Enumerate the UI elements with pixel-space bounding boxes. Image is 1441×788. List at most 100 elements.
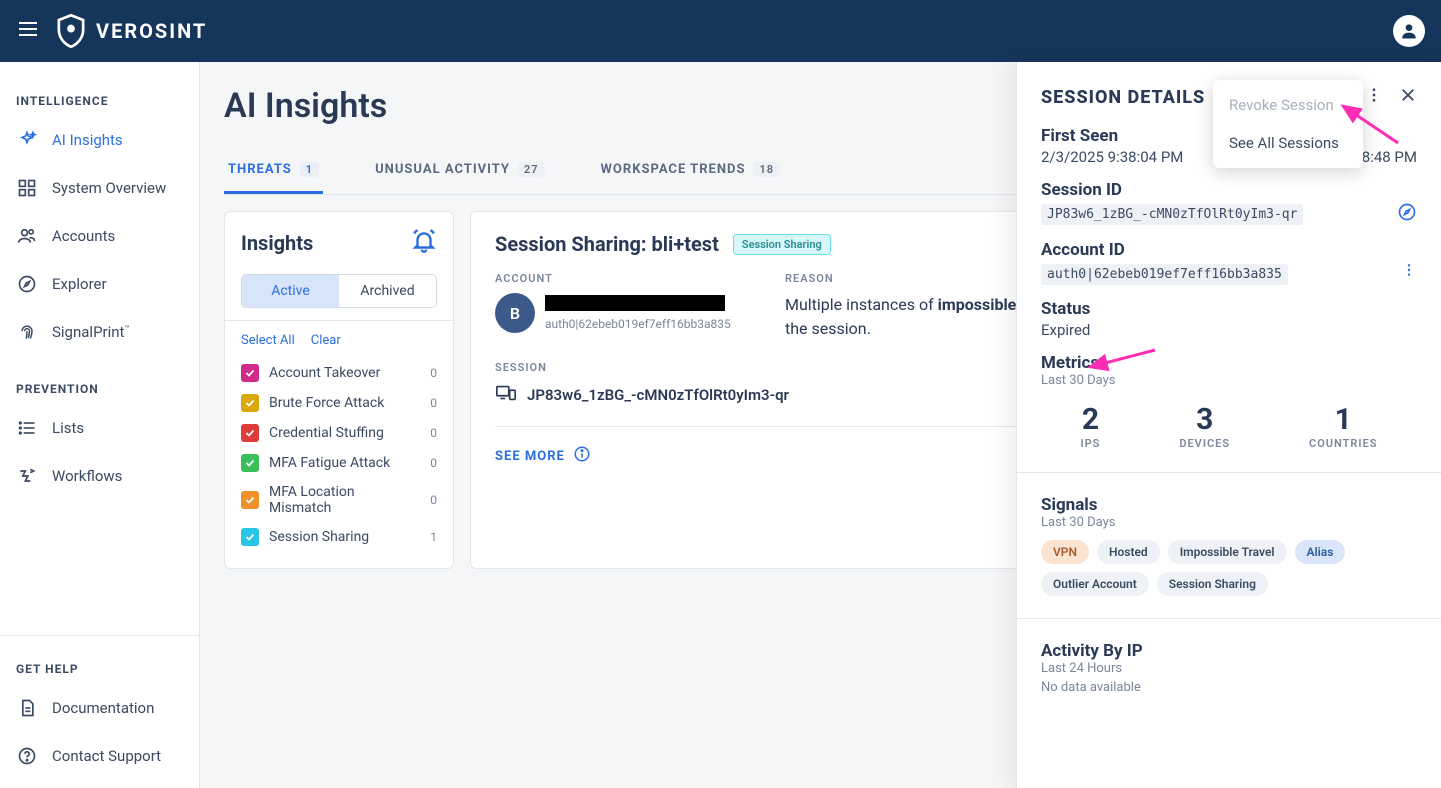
session-details-panel: SESSION DETAILS First Seen 2/3/2025 9:38… (1016, 62, 1441, 788)
checkbox-icon (241, 491, 259, 509)
reason-text: Multiple instances of impossible the ses… (785, 293, 1016, 341)
account-label: ACCOUNT (495, 272, 745, 285)
sidebar-item-explorer[interactable]: Explorer (0, 264, 199, 304)
account-more-icon[interactable] (1401, 262, 1417, 282)
filter-row[interactable]: Account Takeover 0 (241, 358, 437, 388)
checkbox-icon (241, 364, 259, 382)
tab-count: 27 (518, 162, 545, 177)
fingerprint-icon (16, 322, 38, 342)
select-all-link[interactable]: Select All (241, 333, 295, 348)
segment-archived[interactable]: Archived (339, 275, 436, 307)
sparkle-icon (16, 130, 38, 150)
filter-count: 0 (430, 493, 437, 507)
sidebar-item-label: Documentation (52, 699, 154, 717)
activity-label: Activity By IP (1041, 641, 1417, 661)
checkbox-icon (241, 528, 259, 546)
first-seen-label: First Seen (1041, 126, 1183, 146)
metric: 1COUNTRIES (1309, 402, 1377, 450)
signal-chip[interactable]: Session Sharing (1157, 572, 1268, 596)
people-icon (16, 226, 38, 246)
sidebar-item-label: Workflows (52, 467, 122, 485)
sidebar-item-accounts[interactable]: Accounts (0, 216, 199, 256)
sidebar-item-label: AI Insights (52, 131, 123, 149)
filter-label: Session Sharing (269, 529, 369, 545)
reason-label: REASON (785, 272, 1016, 285)
account-id-value: auth0|62ebeb019ef7eff16bb3a835 (1041, 264, 1288, 285)
sidebar-item-label: SignalPrint™ (52, 323, 129, 341)
account-name-redacted (545, 295, 725, 311)
activity-empty: No data available (1041, 680, 1417, 695)
signal-chip[interactable]: Alias (1295, 540, 1346, 564)
checkbox-icon (241, 454, 259, 472)
sidebar-item-ai-insights[interactable]: AI Insights (0, 120, 199, 160)
sidebar-item-workflows[interactable]: Workflows (0, 456, 199, 496)
metric-value: 2 (1080, 402, 1100, 437)
sidebar-item-label: Accounts (52, 227, 115, 245)
metric-value: 3 (1179, 402, 1230, 437)
filter-label: MFA Fatigue Attack (269, 455, 390, 471)
insights-heading: Insights (241, 231, 313, 255)
annotation-arrow (1080, 345, 1160, 375)
list-icon (16, 418, 38, 438)
first-seen-value: 2/3/2025 9:38:04 PM (1041, 148, 1183, 166)
metric: 2IPS (1080, 402, 1100, 450)
sidebar-item-signalprint[interactable]: SignalPrint™ (0, 312, 199, 352)
filter-label: MFA Location Mismatch (269, 484, 420, 516)
doc-icon (16, 698, 38, 718)
tab-unusual-activity[interactable]: UNUSUAL ACTIVITY 27 (371, 150, 548, 194)
filter-count: 0 (430, 366, 437, 380)
filter-count: 1 (430, 530, 437, 544)
clear-link[interactable]: Clear (311, 333, 341, 348)
topbar: VEROSINT (0, 0, 1441, 62)
sidebar-item-contact[interactable]: Contact Support (0, 736, 199, 776)
sidebar-item-label: Contact Support (52, 747, 161, 765)
threat-title: Session Sharing: bli+test (495, 232, 719, 256)
filter-row[interactable]: MFA Location Mismatch 0 (241, 478, 437, 522)
sidebar-item-label: Explorer (52, 275, 107, 293)
signal-chip[interactable]: VPN (1041, 540, 1089, 564)
activity-range: Last 24 Hours (1041, 661, 1417, 676)
status-label: Status (1041, 299, 1417, 319)
devices-icon (495, 382, 517, 408)
signal-chip[interactable]: Hosted (1097, 540, 1160, 564)
checkbox-icon (241, 424, 259, 442)
signal-chip[interactable]: Outlier Account (1041, 572, 1149, 596)
segment-active[interactable]: Active (242, 275, 339, 307)
tab-label: WORKSPACE TRENDS (601, 162, 746, 177)
filter-row[interactable]: MFA Fatigue Attack 0 (241, 448, 437, 478)
sidebar-item-label: System Overview (52, 179, 166, 197)
sidebar-item-documentation[interactable]: Documentation (0, 688, 199, 728)
explore-icon[interactable] (1397, 202, 1417, 226)
info-icon (573, 445, 591, 467)
account-id-label: Account ID (1041, 240, 1417, 260)
profile-button[interactable] (1393, 15, 1425, 47)
filter-row[interactable]: Brute Force Attack 0 (241, 388, 437, 418)
tab-threats[interactable]: THREATS 1 (224, 150, 323, 194)
filter-row[interactable]: Credential Stuffing 0 (241, 418, 437, 448)
sidebar-heading-help: GET HELP (0, 654, 199, 680)
sidebar-item-label: Lists (52, 419, 84, 437)
metric-label: IPS (1080, 437, 1100, 450)
account-id-text: auth0|62ebeb019ef7eff16bb3a835 (545, 317, 731, 331)
menu-icon[interactable] (16, 17, 40, 45)
signals-label: Signals (1041, 495, 1417, 515)
brand-text: VEROSINT (96, 19, 207, 43)
sidebar-item-lists[interactable]: Lists (0, 408, 199, 448)
dashboard-icon (16, 178, 38, 198)
sidebar-item-system-overview[interactable]: System Overview (0, 168, 199, 208)
brand-logo[interactable]: VEROSINT (56, 14, 207, 48)
tab-workspace-trends[interactable]: WORKSPACE TRENDS 18 (597, 150, 785, 194)
filter-row[interactable]: Session Sharing 1 (241, 522, 437, 552)
tab-count: 1 (300, 162, 319, 177)
signal-chip[interactable]: Impossible Travel (1168, 540, 1287, 564)
sidebar-heading-intelligence: INTELLIGENCE (0, 86, 199, 112)
threat-type-chip: Session Sharing (733, 234, 831, 255)
filter-count: 0 (430, 396, 437, 410)
bell-icon[interactable] (411, 228, 437, 258)
annotation-arrow (1333, 98, 1403, 148)
filter-count: 0 (430, 426, 437, 440)
tab-label: UNUSUAL ACTIVITY (375, 162, 510, 177)
workflow-icon (16, 466, 38, 486)
filter-label: Credential Stuffing (269, 425, 384, 441)
panel-title: SESSION DETAILS (1041, 87, 1205, 108)
